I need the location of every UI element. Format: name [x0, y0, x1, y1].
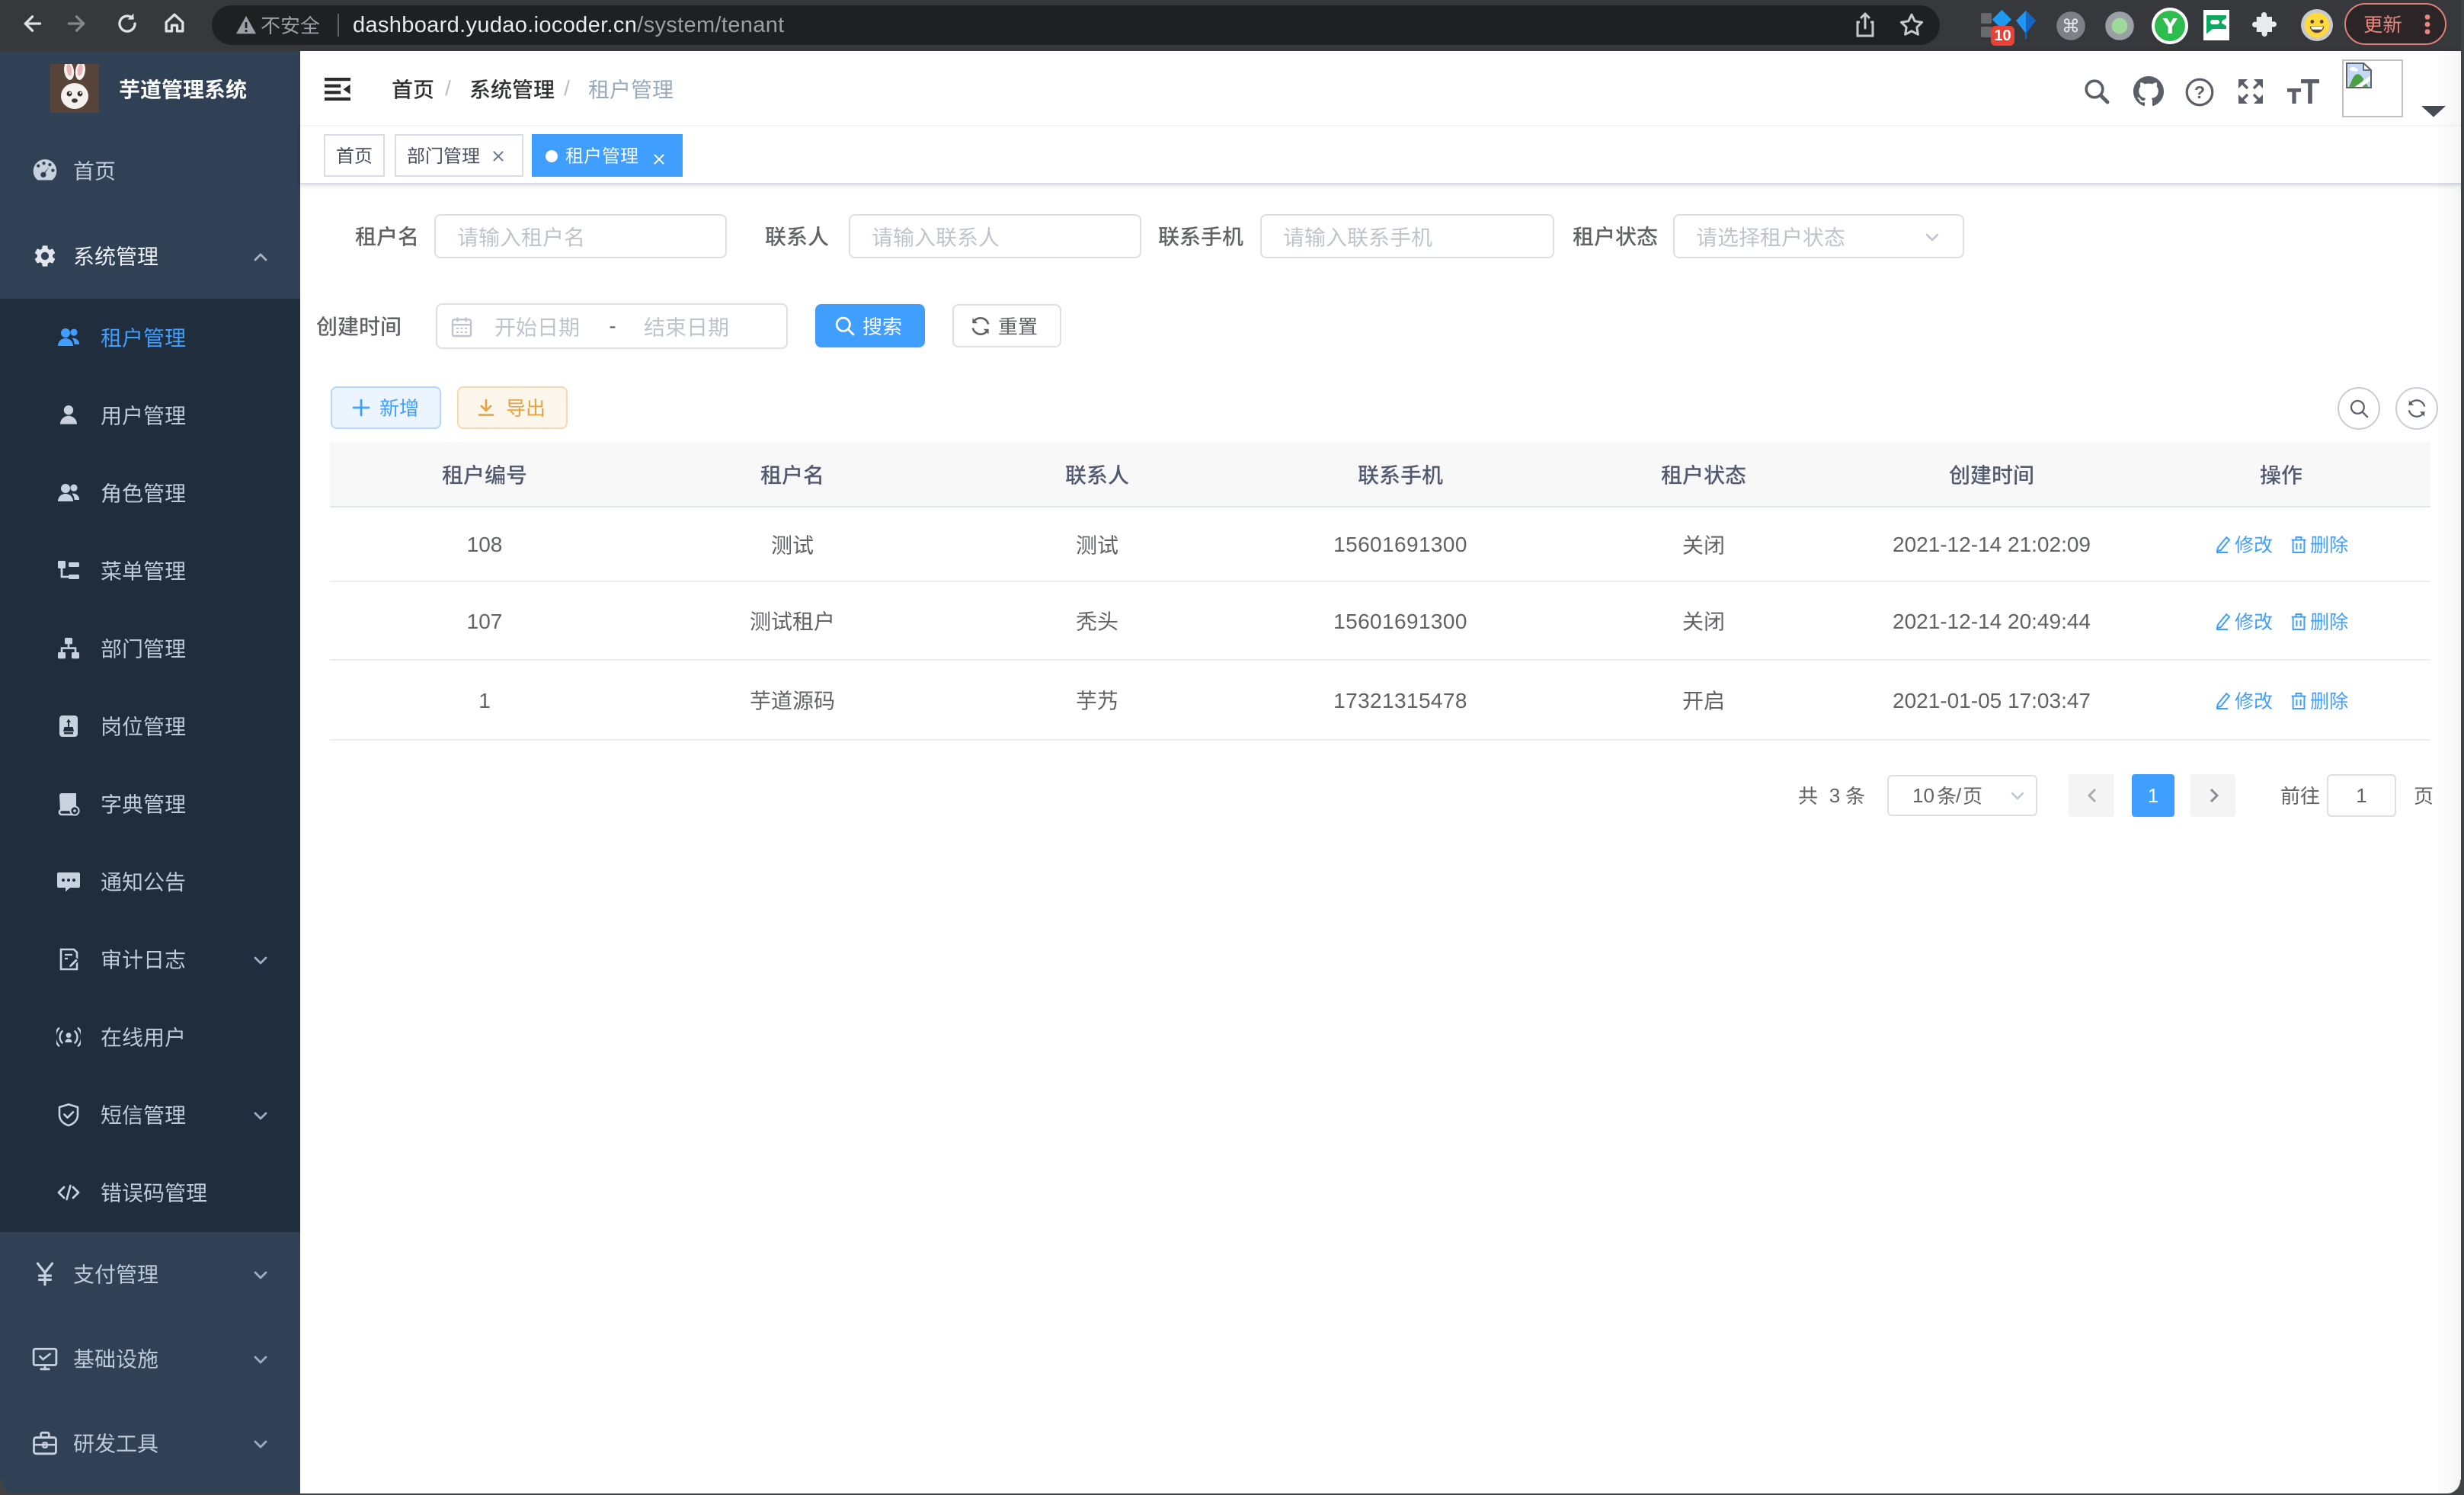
svg-text:?: ? — [2194, 82, 2205, 102]
svg-text:⌘: ⌘ — [2062, 16, 2080, 37]
